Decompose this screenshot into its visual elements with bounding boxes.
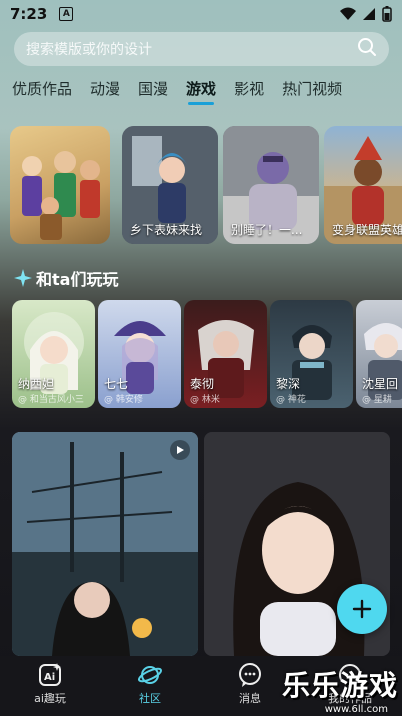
tab-games[interactable]: 游戏	[186, 78, 216, 105]
sparkle-icon	[14, 269, 32, 287]
banner-artwork	[22, 151, 100, 240]
character-name: 泰彻	[190, 377, 215, 391]
character-author: @ 星耕	[362, 395, 392, 405]
status-time: 7:23	[10, 5, 48, 23]
nav-ai-play[interactable]: Ai ai趣玩	[0, 656, 100, 716]
search-icon[interactable]	[357, 37, 377, 61]
message-icon	[239, 663, 261, 687]
character-name: 沈星回	[362, 377, 399, 391]
notification-icon: A	[59, 7, 74, 21]
signal-icon	[363, 8, 375, 20]
plus-icon	[352, 599, 372, 619]
banner-card[interactable]: 乡下表妹来找	[122, 126, 218, 244]
status-bar: 7:23 A	[0, 0, 402, 28]
section-header: 和ta们玩玩	[14, 266, 118, 290]
search-input[interactable]: 搜索模版或你的设计	[26, 39, 152, 59]
tab-chinese-anime[interactable]: 国漫	[138, 78, 168, 99]
character-name: 纳西妲	[18, 377, 55, 391]
character-author: @ 韩安修	[104, 395, 143, 405]
banner-caption: 乡下表妹来找	[130, 223, 203, 237]
play-icon[interactable]	[170, 440, 190, 460]
banner-card[interactable]	[10, 126, 110, 244]
add-button[interactable]	[337, 584, 387, 634]
character-name: 黎深	[276, 377, 301, 391]
nav-label: ai趣玩	[34, 692, 66, 705]
tab-film[interactable]: 影视	[234, 78, 264, 99]
ai-icon: Ai	[39, 663, 61, 686]
feed-image	[12, 432, 198, 656]
battery-icon	[382, 6, 392, 22]
banner-card[interactable]: 别睡了！一...	[223, 126, 319, 244]
character-author: @ 林米	[190, 395, 220, 405]
watermark-url: www.6ll.com	[324, 704, 388, 715]
character-name: 七七	[104, 377, 129, 391]
nav-label: 社区	[139, 692, 161, 705]
character-list: 纳西妲 @ 和当古风小三 七七 @ 韩安修 泰彻 @ 林米 黎深 @ 神花 沈星…	[12, 300, 402, 410]
banner-card[interactable]: 变身联盟英雄	[324, 126, 402, 244]
character-card[interactable]: 泰彻 @ 林米	[184, 300, 267, 408]
svg-text:Ai: Ai	[44, 672, 55, 683]
character-card[interactable]: 沈星回 @ 星耕	[356, 300, 402, 408]
search-bar[interactable]: 搜索模版或你的设计	[14, 32, 389, 66]
watermark-title: 乐乐游戏	[281, 669, 398, 702]
feed-card[interactable]	[12, 432, 198, 656]
site-watermark: 乐乐游戏 www.6ll.com	[282, 664, 398, 715]
planet-icon	[137, 666, 163, 684]
banner-caption: 变身联盟英雄	[332, 223, 402, 237]
character-card[interactable]: 黎深 @ 神花	[270, 300, 353, 408]
category-tabs: 优质作品 动漫 国漫 游戏 影视 热门视频	[12, 78, 342, 105]
character-card[interactable]: 七七 @ 韩安修	[98, 300, 181, 408]
banner-carousel: 乡下表妹来找 别睡了！一... 变身联盟英雄	[0, 126, 402, 246]
nav-community[interactable]: 社区	[100, 656, 200, 716]
character-author: @ 和当古风小三	[18, 395, 84, 405]
tab-anime[interactable]: 动漫	[90, 78, 120, 99]
character-author: @ 神花	[276, 395, 306, 405]
nav-label: 消息	[239, 692, 261, 705]
character-card[interactable]: 纳西妲 @ 和当古风小三	[12, 300, 95, 408]
banner-caption: 别睡了！一...	[231, 223, 303, 237]
tab-hot-videos[interactable]: 热门视频	[282, 78, 342, 99]
tab-quality-works[interactable]: 优质作品	[12, 78, 72, 99]
wifi-icon	[340, 7, 356, 20]
section-title: 和ta们玩玩	[36, 270, 119, 289]
